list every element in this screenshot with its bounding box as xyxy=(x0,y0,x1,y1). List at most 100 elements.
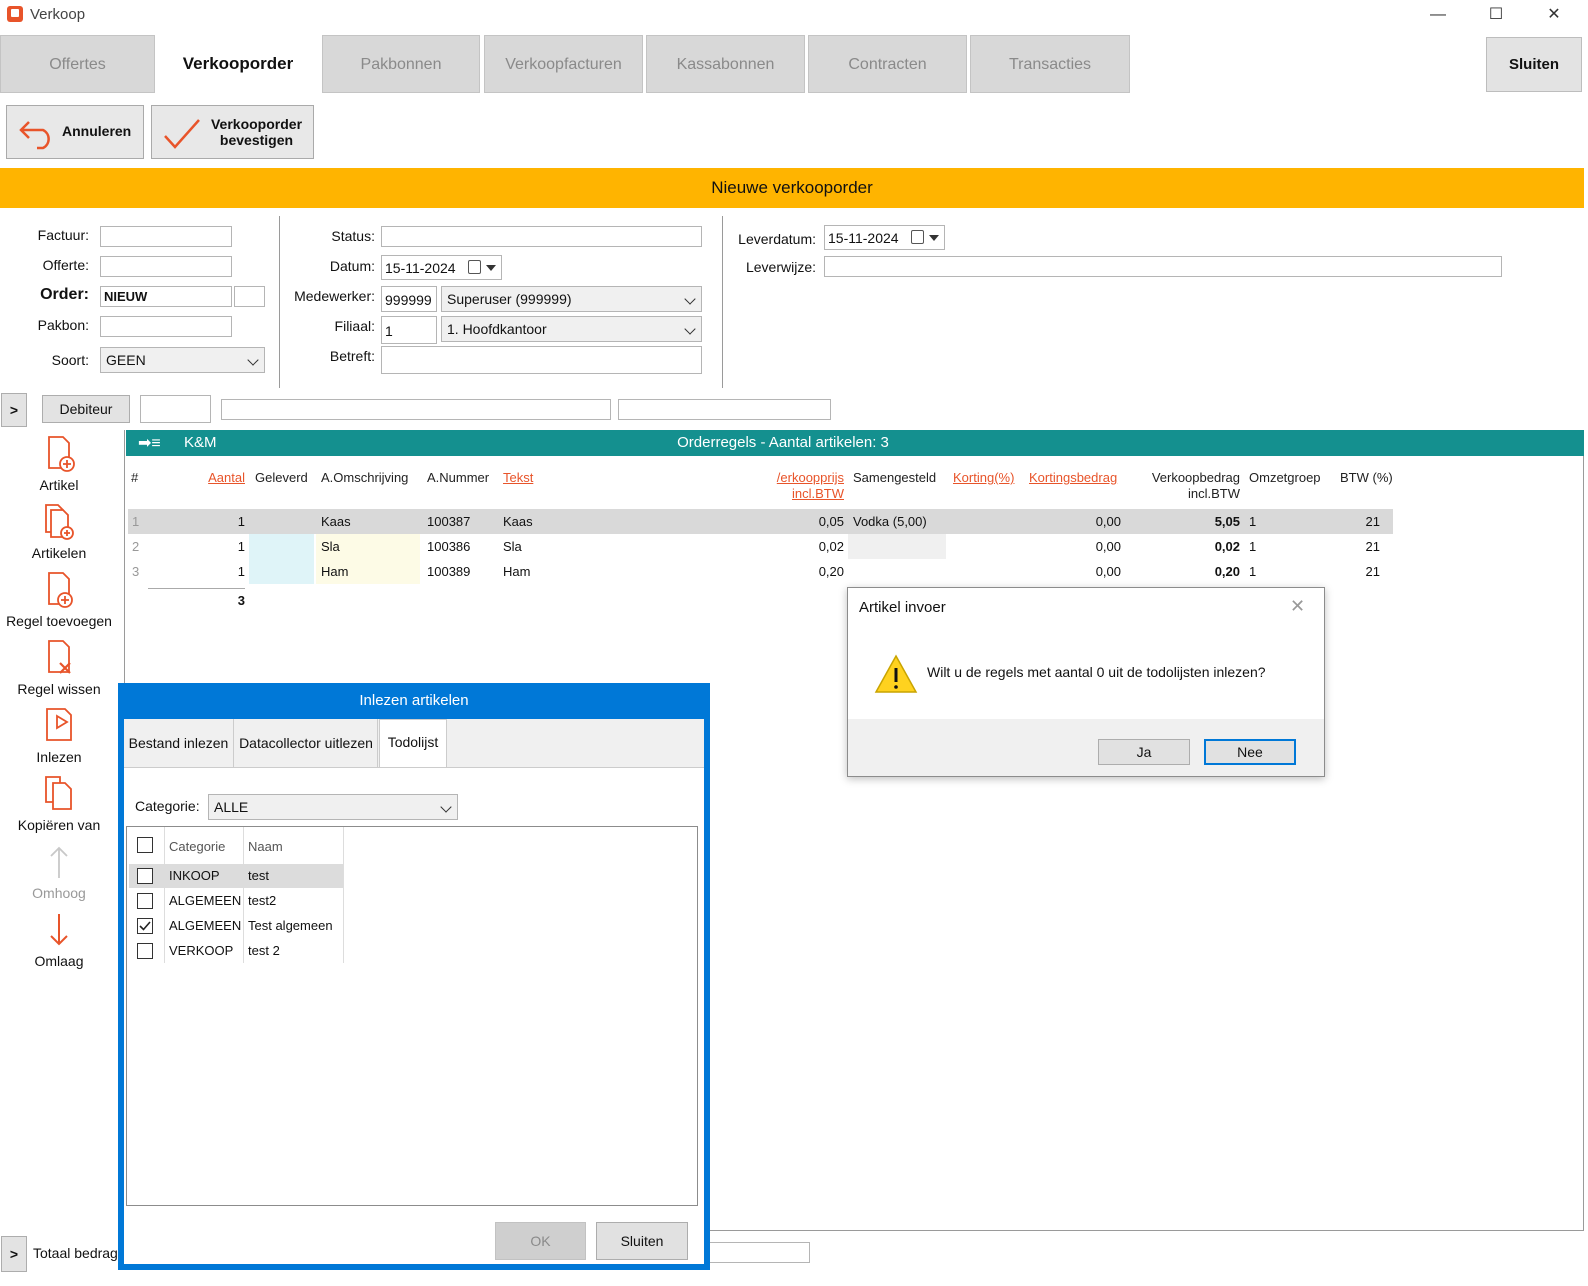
row-aantal[interactable]: 1 xyxy=(148,559,245,584)
row-btw[interactable]: 21 xyxy=(1328,534,1380,559)
status-input[interactable] xyxy=(381,226,702,247)
row-checkbox[interactable] xyxy=(137,893,153,909)
row-omschrijving[interactable]: Kaas xyxy=(321,509,351,534)
medewerker-select[interactable]: Superuser (999999) xyxy=(441,286,702,312)
sidebar-item-omhoog[interactable]: Omhoog xyxy=(0,842,118,901)
row-checkbox[interactable] xyxy=(137,868,153,884)
table-row[interactable]: 1 1 Kaas 100387 Kaas 0,05 Vodka (5,00) 0… xyxy=(128,509,1393,534)
row-tekst[interactable]: Ham xyxy=(503,559,530,584)
list-item[interactable]: INKOOP test xyxy=(129,864,343,888)
list-item[interactable]: ALGEMEEN Test algemeen xyxy=(129,914,343,938)
tab-datacollector-uitlezen[interactable]: Datacollector uitlezen xyxy=(235,719,378,767)
row-nummer[interactable]: 100386 xyxy=(427,534,470,559)
row-nummer[interactable]: 100389 xyxy=(427,559,470,584)
no-button[interactable]: Nee xyxy=(1204,739,1296,765)
row-omzetgroep[interactable]: 1 xyxy=(1249,559,1256,584)
tab-bestand-inlezen[interactable]: Bestand inlezen xyxy=(124,719,234,767)
row-kortingsbedrag[interactable]: 0,00 xyxy=(1029,534,1121,559)
calendar-icon[interactable] xyxy=(911,230,924,244)
col-btw[interactable]: BTW (%) xyxy=(1340,470,1393,485)
col-korting[interactable]: Korting(%) xyxy=(953,470,1014,485)
list-item[interactable]: VERKOOP test 2 xyxy=(129,939,343,963)
pakbon-input[interactable] xyxy=(100,316,232,337)
betreft-input[interactable] xyxy=(381,346,702,374)
select-all-checkbox[interactable] xyxy=(137,837,153,853)
cancel-button[interactable]: Annuleren xyxy=(6,105,144,159)
minimize-icon[interactable]: — xyxy=(1418,4,1458,26)
debiteur-name-input[interactable] xyxy=(221,399,611,420)
tab-kassabonnen[interactable]: Kassabonnen xyxy=(646,35,805,93)
list-item[interactable]: ALGEMEEN test2 xyxy=(129,889,343,913)
row-omzetgroep[interactable]: 1 xyxy=(1249,509,1256,534)
col-verkoopprijs[interactable]: /erkoopprijs incl.BTW xyxy=(762,470,844,502)
sidebar-item-artikel[interactable]: Artikel xyxy=(0,434,118,493)
col-categorie[interactable]: Categorie xyxy=(169,839,225,854)
leverdatum-input[interactable]: 15-11-2024 xyxy=(824,225,945,250)
filiaal-code-input[interactable]: 1 xyxy=(381,316,437,344)
sluiten-button[interactable]: Sluiten xyxy=(596,1222,688,1260)
row-checkbox[interactable] xyxy=(137,943,153,959)
totaal-expand-button[interactable]: > xyxy=(1,1236,27,1272)
row-prijs[interactable]: 0,02 xyxy=(762,534,844,559)
row-btw[interactable]: 21 xyxy=(1328,509,1380,534)
col-verkoopbedrag[interactable]: Verkoopbedrag incl.BTW xyxy=(1135,470,1240,502)
row-btw[interactable]: 21 xyxy=(1328,559,1380,584)
debiteur-extra-input[interactable] xyxy=(618,399,831,420)
factuur-input[interactable] xyxy=(100,226,232,247)
maximize-icon[interactable]: ☐ xyxy=(1476,4,1516,26)
col-samengesteld[interactable]: Samengesteld xyxy=(853,470,936,485)
chevron-down-icon[interactable] xyxy=(486,265,496,271)
sidebar-item-kopieren-van[interactable]: Kopiëren van xyxy=(0,774,118,833)
chevron-down-icon[interactable] xyxy=(929,235,939,241)
tab-todolijst[interactable]: Todolijst xyxy=(379,719,447,767)
row-tekst[interactable]: Kaas xyxy=(503,509,533,534)
categorie-select[interactable]: ALLE xyxy=(208,794,458,820)
sidebar-item-regel-wissen[interactable]: Regel wissen xyxy=(0,638,118,697)
sidebar-item-omlaag[interactable]: Omlaag xyxy=(0,910,118,969)
medewerker-code-input[interactable]: 999999 xyxy=(381,286,437,312)
soort-select[interactable]: GEEN xyxy=(100,347,265,373)
order-input[interactable]: NIEUW xyxy=(100,286,232,307)
confirm-order-button[interactable]: Verkooporder bevestigen xyxy=(151,105,314,159)
row-prijs[interactable]: 0,05 xyxy=(762,509,844,534)
sidebar-item-artikelen[interactable]: Artikelen xyxy=(0,502,118,561)
col-naam[interactable]: Naam xyxy=(248,839,283,854)
col-omzetgroep[interactable]: Omzetgroep xyxy=(1249,470,1321,485)
tab-verkoopfacturen[interactable]: Verkoopfacturen xyxy=(484,35,643,93)
tab-verkooporder[interactable]: Verkooporder xyxy=(157,35,319,93)
tab-transacties[interactable]: Transacties xyxy=(970,35,1130,93)
leverwijze-input[interactable] xyxy=(824,256,1502,277)
row-omschrijving[interactable]: Sla xyxy=(321,534,340,559)
tab-offertes[interactable]: Offertes xyxy=(0,35,155,93)
close-icon[interactable]: ✕ xyxy=(1290,596,1305,617)
row-aantal[interactable]: 1 xyxy=(148,534,245,559)
datum-input[interactable]: 15-11-2024 xyxy=(381,255,502,280)
row-tekst[interactable]: Sla xyxy=(503,534,522,559)
col-tekst[interactable]: Tekst xyxy=(503,470,533,485)
col-kortingsbedrag[interactable]: Kortingsbedrag xyxy=(1029,470,1117,485)
table-row[interactable]: 2 1 Sla 100386 Sla 0,02 0,00 0,02 1 21 xyxy=(128,534,1393,559)
tab-contracten[interactable]: Contracten xyxy=(808,35,967,93)
col-nummer[interactable]: A.Nummer xyxy=(427,470,489,485)
debiteur-expand-button[interactable]: > xyxy=(1,393,27,427)
row-kortingsbedrag[interactable]: 0,00 xyxy=(1029,559,1121,584)
filiaal-select[interactable]: 1. Hoofdkantoor xyxy=(441,316,702,342)
close-icon[interactable]: ✕ xyxy=(1534,4,1574,26)
tab-pakbonnen[interactable]: Pakbonnen xyxy=(322,35,480,93)
offerte-input[interactable] xyxy=(100,256,232,277)
sidebar-item-inlezen[interactable]: Inlezen xyxy=(0,706,118,765)
ok-button[interactable]: OK xyxy=(495,1222,586,1260)
sidebar-item-regel-toevoegen[interactable]: Regel toevoegen xyxy=(0,570,118,629)
row-omzetgroep[interactable]: 1 xyxy=(1249,534,1256,559)
col-aantal[interactable]: Aantal xyxy=(148,470,245,485)
row-omschrijving[interactable]: Ham xyxy=(321,559,348,584)
row-checkbox-checked[interactable] xyxy=(137,918,153,934)
col-omschrijving[interactable]: A.Omschrijving xyxy=(321,470,408,485)
yes-button[interactable]: Ja xyxy=(1098,739,1190,765)
row-nummer[interactable]: 100387 xyxy=(427,509,470,534)
geleverd-cell[interactable] xyxy=(249,534,314,559)
table-row[interactable]: 3 1 Ham 100389 Ham 0,20 0,00 0,20 1 21 xyxy=(128,559,1393,584)
calendar-icon[interactable] xyxy=(468,260,481,274)
row-kortingsbedrag[interactable]: 0,00 xyxy=(1029,509,1121,534)
row-prijs[interactable]: 0,20 xyxy=(762,559,844,584)
